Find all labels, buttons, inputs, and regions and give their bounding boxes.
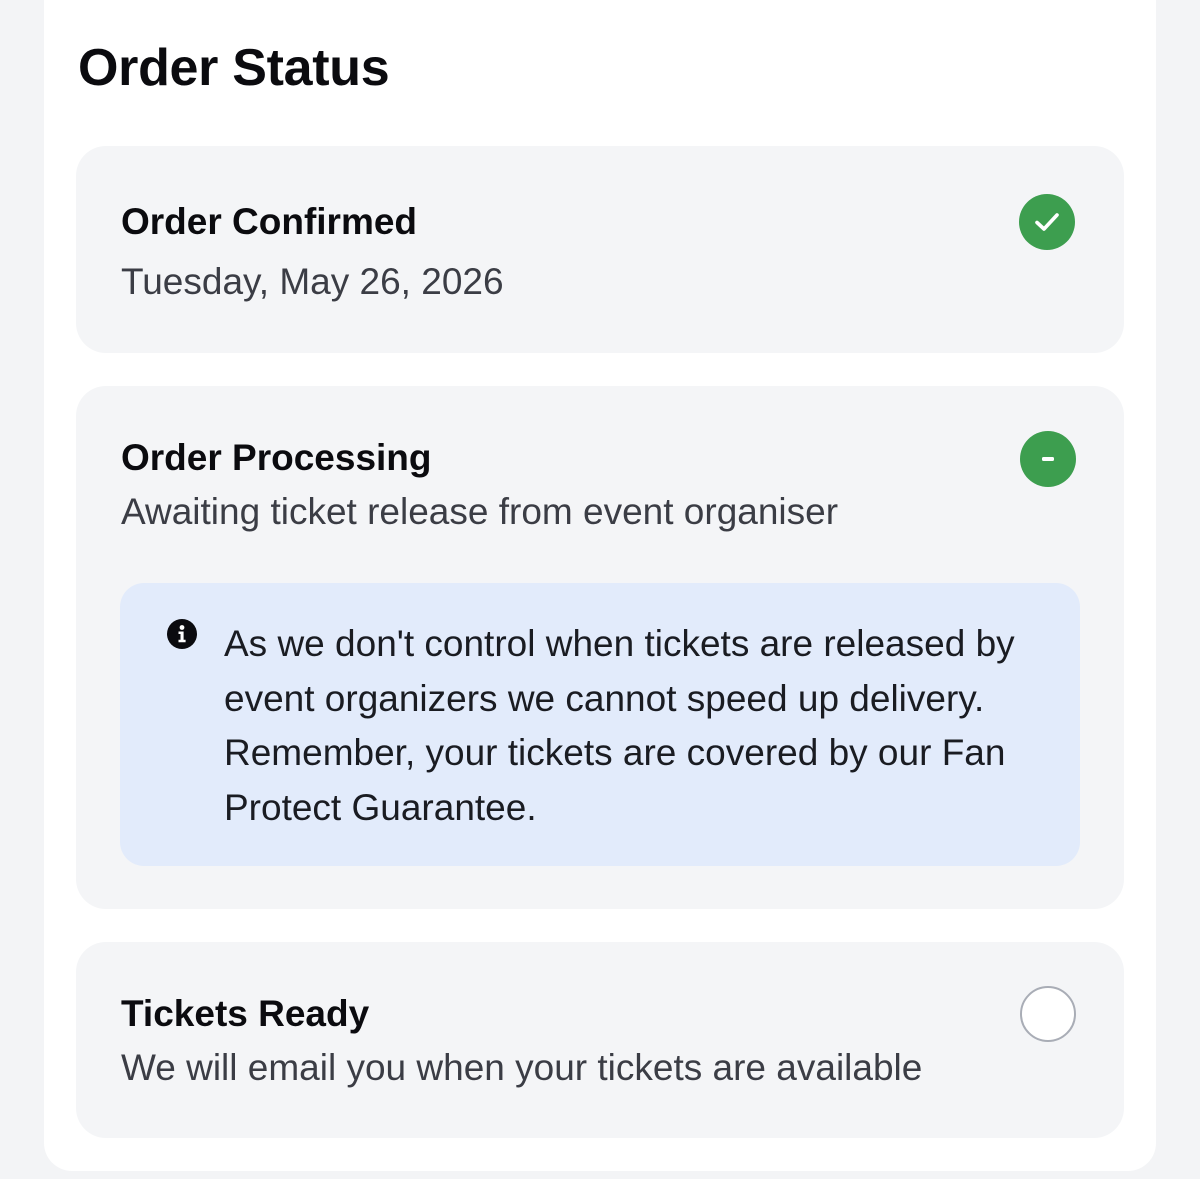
- step-date: Tuesday, May 26, 2026: [121, 261, 504, 302]
- minus-icon: [1042, 457, 1054, 461]
- step-title: Order Confirmed: [121, 201, 418, 242]
- notice-text: As we don't control when tickets are rel…: [224, 623, 1015, 828]
- step-title: Order Processing: [121, 437, 432, 478]
- step-order-processing: Order Processing Awaiting ticket release…: [76, 386, 1124, 909]
- empty-circle-icon: [1020, 986, 1076, 1042]
- step-title: Tickets Ready: [121, 993, 370, 1034]
- info-icon: [167, 619, 197, 649]
- check-circle-icon: [1019, 194, 1075, 250]
- step-order-confirmed: Order Confirmed Tuesday, May 26, 2026: [76, 146, 1124, 353]
- order-status-card: Order Status Order Confirmed Tuesday, Ma…: [44, 0, 1156, 1171]
- minus-circle-icon: [1020, 431, 1076, 487]
- step-tickets-ready: Tickets Ready We will email you when you…: [76, 942, 1124, 1138]
- checkmark-icon: [1035, 213, 1059, 231]
- step-description: Awaiting ticket release from event organ…: [121, 491, 839, 532]
- info-notice: As we don't control when tickets are rel…: [120, 583, 1080, 866]
- page-title: Order Status: [78, 39, 390, 97]
- step-description: We will email you when your tickets are …: [121, 1047, 923, 1088]
